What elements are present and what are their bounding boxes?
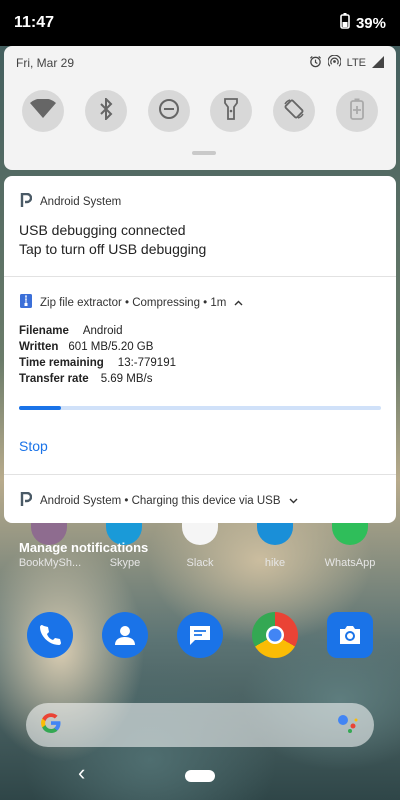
messages-icon[interactable]	[177, 612, 223, 658]
divider	[4, 474, 396, 475]
notification-text: Tap to turn off USB debugging	[19, 241, 207, 257]
detail-key: Transfer rate	[19, 373, 89, 385]
flashlight-tile[interactable]	[210, 90, 253, 132]
wifi-icon	[30, 97, 56, 124]
detail-row: Time remaining 13:-779191	[19, 355, 176, 371]
divider	[4, 276, 396, 277]
detail-key: Time remaining	[19, 357, 104, 369]
chevron-down-icon[interactable]	[289, 495, 298, 507]
contacts-icon[interactable]	[102, 612, 148, 658]
home-button[interactable]	[185, 770, 215, 782]
notification-usb-debugging[interactable]: Android System USB debugging connected T…	[4, 176, 396, 276]
alarm-icon	[309, 55, 322, 71]
app-label: WhatsApp	[324, 557, 376, 569]
app-label: hike	[264, 557, 286, 569]
back-icon[interactable]: ‹	[78, 762, 85, 784]
detail-key: Written	[19, 341, 59, 353]
google-logo-icon	[40, 712, 62, 739]
bluetooth-tile[interactable]	[84, 90, 127, 132]
status-bar: 11:47 39%	[0, 0, 400, 46]
chrome-icon[interactable]	[252, 612, 298, 658]
notification-title: USB debugging connected	[19, 222, 186, 238]
app-label: Skype	[109, 557, 141, 569]
lte-label: LTE	[346, 57, 366, 69]
phone-icon[interactable]	[27, 612, 73, 658]
quick-settings-panel: Fri, Mar 29 LTE	[4, 46, 396, 170]
flashlight-icon	[223, 97, 239, 125]
detail-key: Filename	[19, 325, 69, 337]
progress-fill	[19, 406, 61, 410]
notification-header: Android System	[20, 192, 122, 210]
android-system-icon	[20, 491, 33, 509]
signal-icon	[372, 55, 384, 71]
app-label: Slack	[186, 557, 214, 569]
android-system-icon	[20, 192, 33, 210]
transfer-details: Filename Android Written 601 MB/5.20 GB …	[19, 323, 176, 387]
app-label: BookMySh...	[18, 557, 82, 569]
zip-icon	[20, 294, 32, 311]
detail-value: 5.69 MB/s	[100, 373, 153, 385]
qs-date: Fri, Mar 29	[16, 56, 75, 70]
google-assistant-icon[interactable]	[336, 712, 360, 739]
wifi-tile[interactable]	[22, 90, 64, 132]
bluetooth-icon	[98, 96, 114, 125]
detail-row: Transfer rate 5.69 MB/s	[19, 371, 176, 387]
auto-rotate-icon	[283, 98, 305, 125]
dnd-tile[interactable]	[147, 90, 190, 132]
detail-value: 13:-779191	[117, 357, 176, 369]
stop-button[interactable]: Stop	[19, 438, 48, 454]
status-right: 39%	[340, 13, 386, 33]
detail-value: 601 MB/5.20 GB	[68, 341, 154, 353]
qs-tiles	[22, 90, 378, 132]
battery-saver-icon	[350, 98, 364, 125]
status-time: 11:47	[14, 14, 55, 31]
hotspot-icon	[327, 54, 342, 71]
battery-percent: 39%	[355, 14, 386, 32]
drag-handle[interactable]	[192, 151, 216, 155]
detail-value: Android	[82, 325, 123, 337]
battery-icon	[340, 13, 350, 33]
notification-header-text: Zip file extractor • Compressing • 1m	[40, 296, 227, 309]
notification-header: Zip file extractor • Compressing • 1m	[20, 294, 243, 311]
detail-row: Filename Android	[19, 323, 176, 339]
camera-icon[interactable]	[327, 612, 373, 658]
battery-saver-tile[interactable]	[335, 90, 378, 132]
manage-notifications-button[interactable]: Manage notifications	[19, 540, 148, 555]
do-not-disturb-icon	[158, 98, 180, 125]
google-search-bar[interactable]	[26, 703, 374, 747]
notification-header-text: Android System • Charging this device vi…	[40, 494, 281, 507]
notification-header: Android System • Charging this device vi…	[20, 491, 298, 509]
detail-row: Written 601 MB/5.20 GB	[19, 339, 176, 355]
notification-panel: Android System USB debugging connected T…	[4, 176, 396, 523]
chevron-up-icon[interactable]	[234, 297, 243, 309]
notification-app-name: Android System	[40, 195, 122, 208]
progress-bar	[19, 406, 381, 410]
qs-system-icons: LTE	[309, 54, 384, 71]
auto-rotate-tile[interactable]	[273, 90, 316, 132]
